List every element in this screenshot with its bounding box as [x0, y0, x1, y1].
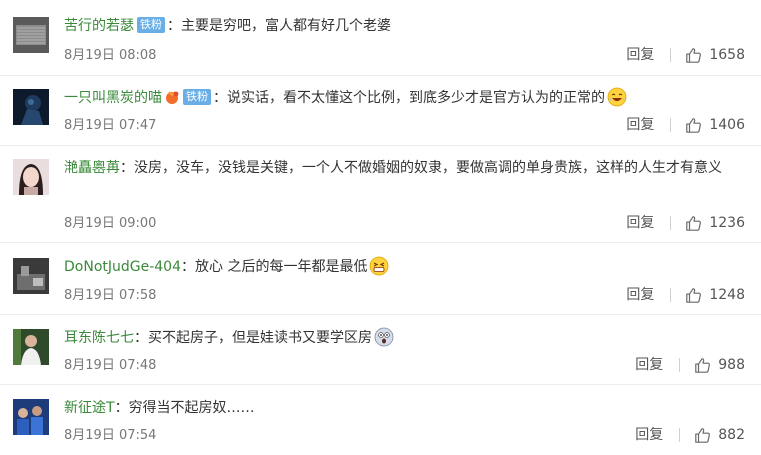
comment-time: 8月19日 07:47: [64, 118, 157, 133]
thumbs-up-icon: [686, 216, 702, 231]
username-link[interactable]: 新征途T: [64, 400, 115, 416]
comment-item: 苦行的若瑟 铁粉 ：主要是穷吧，富人都有好几个老婆 8月19日 08:08 回复 1…: [0, 0, 761, 76]
avatar-image: [13, 89, 49, 125]
comment-item: 耳东陈七七：买不起房子，但是娃读书又要学区房 8月19日 07:48 回复 98…: [0, 315, 761, 385]
avatar-image: [13, 399, 49, 435]
username-link[interactable]: 苦行的若瑟: [64, 18, 134, 34]
avatar[interactable]: [13, 329, 49, 365]
comment-actions: 回复 1658: [626, 45, 745, 65]
comment-text: 一只叫黑炭的喵 铁粉 ：说实话，看不太懂这个比例，到底多少才是官方认为的正常的: [64, 85, 743, 111]
comment-item: 滟矗嶴苒：没房，没车，没钱是关键，一个人不做婚姻的奴隶，要做高调的单身贵族，这样…: [0, 146, 761, 243]
username-link[interactable]: 耳东陈七七: [64, 330, 134, 346]
like-button[interactable]: 1658: [685, 45, 745, 65]
comment-actions: 回复 882: [635, 425, 745, 445]
reply-button[interactable]: 回复: [635, 425, 663, 445]
comment-time: 8月19日 09:00: [64, 216, 157, 231]
comment-time: 8月19日 08:08: [64, 48, 157, 63]
action-divider: [670, 216, 672, 230]
comment-text: 滟矗嶴苒：没房，没车，没钱是关键，一个人不做婚姻的奴隶，要做高调的单身贵族，这样…: [64, 155, 743, 181]
comment-item: 新征途T：穷得当不起房奴…… 8月19日 07:54 回复 882: [0, 385, 761, 455]
separator: ：: [213, 90, 227, 106]
avatar[interactable]: [13, 399, 49, 435]
thumbs-up-icon: [686, 48, 702, 63]
reply-button[interactable]: 回复: [635, 355, 663, 375]
like-count: 1248: [709, 287, 745, 303]
gift-badge-icon: [166, 91, 179, 104]
separator: ：: [114, 400, 129, 416]
separator: ：: [120, 160, 134, 176]
reply-button[interactable]: 回复: [626, 115, 654, 135]
avatar-image: [13, 159, 49, 195]
avatar[interactable]: [13, 17, 49, 53]
reply-button[interactable]: 回复: [626, 45, 654, 65]
comment-item: DoNotJudGe-404：放心 之后的每一年都是最低 8月19日 07:58…: [0, 243, 761, 315]
action-divider: [679, 358, 681, 372]
like-button[interactable]: 988: [694, 355, 745, 375]
comment-item: 一只叫黑炭的喵 铁粉 ：说实话，看不太懂这个比例，到底多少才是官方认为的正常的 8月…: [0, 76, 761, 146]
comment-content: 穷得当不起房奴……: [128, 400, 255, 416]
comment-content: 没房，没车，没钱是关键，一个人不做婚姻的奴隶，要做高调的单身贵族，这样的人生才有…: [134, 160, 722, 176]
grin-emoji-icon: [370, 256, 389, 276]
comment-content: 放心 之后的每一年都是最低: [195, 259, 368, 275]
like-count: 1236: [709, 215, 745, 231]
action-divider: [670, 288, 672, 302]
shocked-emoji-icon: [374, 327, 394, 347]
comment-content: 主要是穷吧，富人都有好几个老婆: [181, 18, 391, 34]
separator: ：: [181, 259, 195, 275]
avatar[interactable]: [13, 159, 49, 195]
fan-badge[interactable]: 铁粉: [183, 89, 211, 105]
action-divider: [670, 48, 672, 62]
comment-list: 苦行的若瑟 铁粉 ：主要是穷吧，富人都有好几个老婆 8月19日 08:08 回复 1…: [0, 0, 761, 455]
comment-time: 8月19日 07:58: [64, 288, 157, 303]
comment-actions: 回复 1406: [626, 115, 745, 135]
comment-text: 耳东陈七七：买不起房子，但是娃读书又要学区房: [64, 325, 743, 351]
like-count: 1406: [709, 117, 745, 133]
username-link[interactable]: 滟矗嶴苒: [64, 160, 120, 176]
comment-actions: 回复 988: [635, 355, 745, 375]
avatar[interactable]: [13, 89, 49, 125]
avatar[interactable]: [13, 258, 49, 294]
action-divider: [670, 118, 672, 132]
avatar-image: [13, 258, 49, 294]
comment-actions: 回复 1248: [626, 285, 745, 305]
thumbs-up-icon: [695, 428, 711, 443]
reply-button[interactable]: 回复: [626, 285, 654, 305]
thumbs-up-icon: [686, 118, 702, 133]
like-button[interactable]: 1406: [685, 115, 745, 135]
action-divider: [679, 428, 681, 442]
fan-badge[interactable]: 铁粉: [137, 17, 165, 33]
separator: ：: [134, 330, 148, 346]
avatar-image: [13, 329, 49, 365]
comment-content: 说实话，看不太懂这个比例，到底多少才是官方认为的正常的: [227, 90, 605, 106]
comment-text: 苦行的若瑟 铁粉 ：主要是穷吧，富人都有好几个老婆: [64, 13, 743, 39]
like-button[interactable]: 1236: [685, 213, 745, 233]
like-button[interactable]: 1248: [685, 285, 745, 305]
reply-button[interactable]: 回复: [626, 213, 654, 233]
laughing-crying-emoji-icon: [607, 87, 627, 107]
like-button[interactable]: 882: [694, 425, 745, 445]
like-count: 882: [718, 427, 745, 443]
comment-text: DoNotJudGe-404：放心 之后的每一年都是最低: [64, 254, 743, 280]
like-count: 1658: [709, 47, 745, 63]
like-count: 988: [718, 357, 745, 373]
comment-text: 新征途T：穷得当不起房奴……: [64, 395, 743, 421]
comment-actions: 回复 1236: [626, 213, 745, 233]
username-link[interactable]: 一只叫黑炭的喵: [64, 90, 162, 106]
comment-time: 8月19日 07:54: [64, 428, 157, 443]
thumbs-up-icon: [695, 358, 711, 373]
comment-content: 买不起房子，但是娃读书又要学区房: [148, 330, 372, 346]
comment-time: 8月19日 07:48: [64, 358, 157, 373]
separator: ：: [167, 18, 181, 34]
username-link[interactable]: DoNotJudGe-404: [64, 259, 181, 275]
thumbs-up-icon: [686, 288, 702, 303]
avatar-image: [13, 17, 49, 53]
